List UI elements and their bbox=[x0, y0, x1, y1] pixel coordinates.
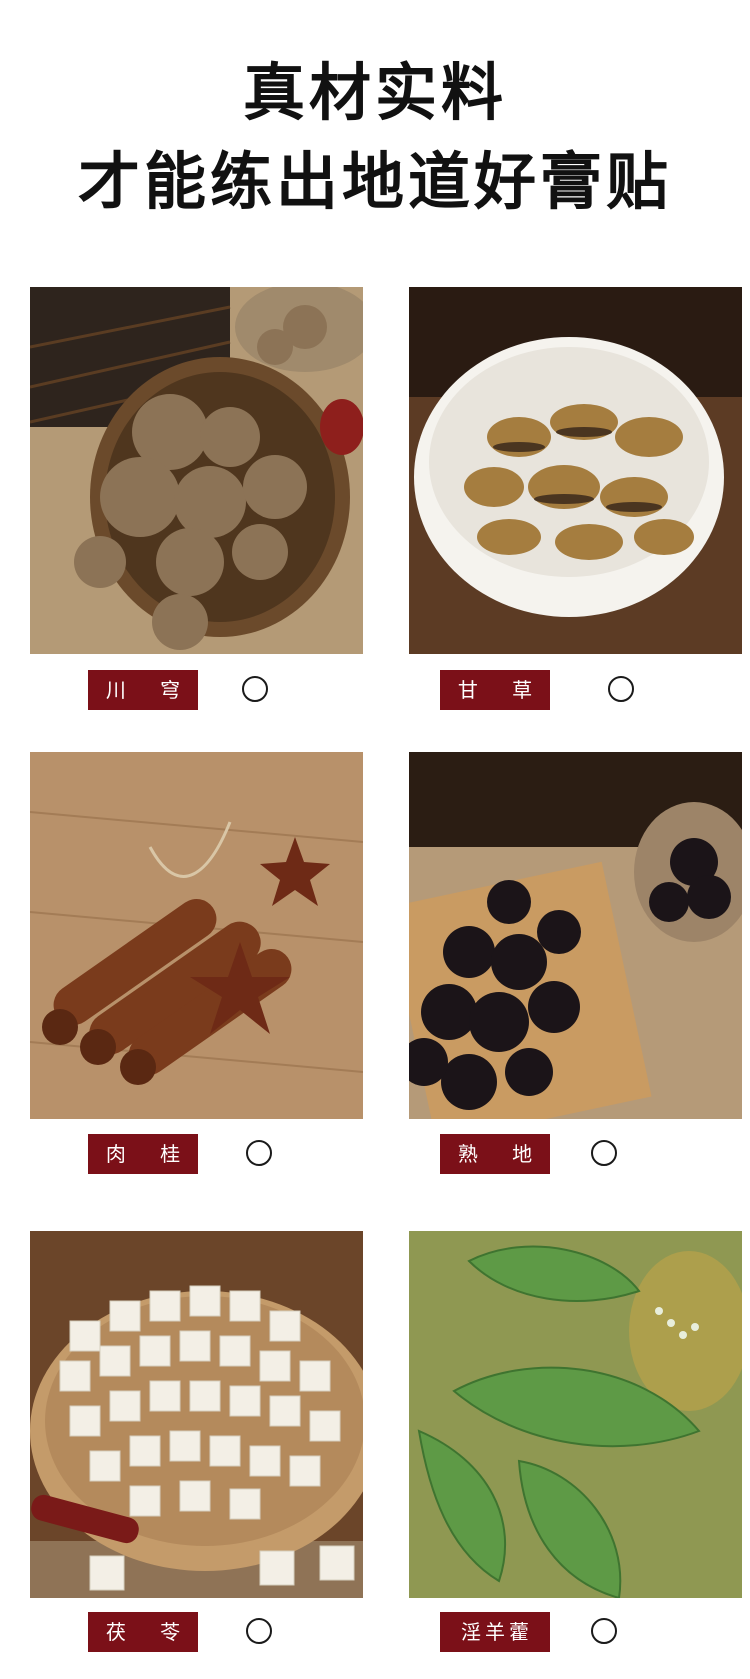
herb-photo-gancao bbox=[409, 287, 742, 654]
herb-label-fuling: 茯 苓 bbox=[88, 1612, 198, 1652]
herb-select-radio-chuanxiong[interactable] bbox=[242, 676, 268, 702]
herb-photo-yinyanghuo bbox=[409, 1231, 742, 1598]
herb-select-radio-shudi[interactable] bbox=[591, 1140, 617, 1166]
herb-photo-fuling bbox=[30, 1231, 363, 1598]
herb-photo-chuanxiong bbox=[30, 287, 363, 654]
headline-line-1: 真材实料 bbox=[242, 56, 507, 129]
herb-label-yinyanghuo: 淫羊藿 bbox=[440, 1612, 550, 1652]
herb-select-radio-gancao[interactable] bbox=[608, 676, 634, 702]
herb-select-radio-yinyanghuo[interactable] bbox=[591, 1618, 617, 1644]
herb-label-chuanxiong: 川 穹 bbox=[88, 670, 198, 710]
herb-photo-shudi bbox=[409, 752, 742, 1119]
herb-label-rougui: 肉 桂 bbox=[88, 1134, 198, 1174]
headline-line-2: 才能练出地道好膏贴 bbox=[77, 145, 672, 218]
herb-select-radio-fuling[interactable] bbox=[246, 1618, 272, 1644]
herb-photo-rougui bbox=[30, 752, 363, 1119]
herb-label-shudi: 熟 地 bbox=[440, 1134, 550, 1174]
herb-select-radio-rougui[interactable] bbox=[246, 1140, 272, 1166]
herb-label-gancao: 甘 草 bbox=[440, 670, 550, 710]
